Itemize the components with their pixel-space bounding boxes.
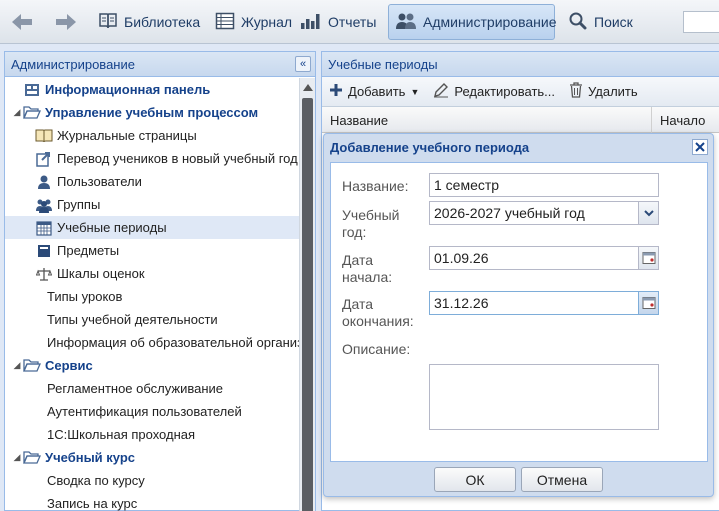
- journal-button[interactable]: Журнал: [209, 4, 298, 40]
- delete-button[interactable]: Удалить: [562, 80, 645, 104]
- tree-scrollbar[interactable]: [299, 78, 315, 511]
- book-icon: [35, 243, 53, 259]
- edit-button[interactable]: Редактировать...: [426, 80, 562, 104]
- column-header-name[interactable]: Название: [322, 107, 652, 133]
- scales-icon: [35, 266, 53, 282]
- scroll-up-arrow-icon[interactable]: [303, 84, 313, 91]
- expand-arrow-icon[interactable]: ◢: [11, 360, 23, 371]
- grid-header: Название Начало: [322, 107, 719, 133]
- tree-item-organization-info[interactable]: Информация об образовательной организаци…: [5, 331, 301, 354]
- folder-open-icon: [23, 358, 41, 374]
- tree-item-study-course[interactable]: ◢ Учебный курс: [5, 446, 301, 469]
- forward-arrow-icon[interactable]: [54, 12, 78, 32]
- end-date-label-line2: окончания:: [342, 313, 414, 329]
- tree-item-groups[interactable]: Группы: [5, 193, 301, 216]
- tree-item-course-summary[interactable]: Сводка по курсу: [5, 469, 301, 492]
- admin-navigation-panel: Администрирование « Информационная панел…: [4, 51, 316, 511]
- delete-label: Удалить: [588, 84, 638, 99]
- search-button[interactable]: Поиск: [562, 4, 639, 40]
- tree-item-service[interactable]: ◢ Сервис: [5, 354, 301, 377]
- chevron-down-icon[interactable]: [639, 201, 659, 225]
- user-icon: [35, 174, 53, 190]
- folder-open-icon: [23, 450, 41, 466]
- library-button[interactable]: Библиотека: [92, 4, 206, 40]
- add-label: Добавить: [348, 84, 406, 99]
- expand-arrow-icon[interactable]: ◢: [11, 107, 23, 118]
- scroll-thumb[interactable]: [302, 98, 313, 511]
- chevron-down-icon: ▼: [410, 86, 420, 97]
- search-input[interactable]: [683, 11, 719, 33]
- plus-icon: [329, 83, 343, 100]
- group-icon: [35, 197, 53, 213]
- ok-button[interactable]: ОК: [434, 467, 516, 492]
- journal-icon: [35, 128, 53, 144]
- year-label-line2: год:: [342, 224, 367, 240]
- dialog-title-bar: Добавление учебного периода: [324, 134, 713, 160]
- close-icon[interactable]: [692, 139, 708, 155]
- dialog-form: Название: 1 семестр Учебный год: 2026-20…: [330, 162, 708, 462]
- grid-toolbar: Добавить ▼ Редактировать... Удалить: [322, 77, 719, 107]
- name-label: Название:: [342, 178, 409, 194]
- panel-header: Администрирование «: [5, 52, 315, 77]
- cancel-button[interactable]: Отмена: [521, 467, 603, 492]
- panel-title: Учебные периоды: [328, 56, 438, 72]
- tree-item-process-management[interactable]: ◢ Управление учебным процессом: [5, 101, 301, 124]
- collapse-icon[interactable]: «: [295, 56, 311, 72]
- start-date-label-line1: Дата: [342, 252, 374, 268]
- add-button[interactable]: Добавить ▼: [322, 80, 426, 104]
- add-study-period-dialog: Добавление учебного периода Название: 1 …: [323, 133, 714, 497]
- transfer-icon: [35, 151, 53, 167]
- tree-item-grade-scales[interactable]: Шкалы оценок: [5, 262, 301, 285]
- tree-item-dashboard[interactable]: Информационная панель: [5, 78, 301, 101]
- table-icon: [215, 12, 235, 33]
- dashboard-icon: [23, 82, 41, 98]
- reports-label: Отчеты: [328, 14, 377, 30]
- dialog-title: Добавление учебного периода: [330, 139, 530, 155]
- main-toolbar: Библиотека Журнал Отчеты Администрирован…: [0, 0, 719, 44]
- tree-item-lesson-types[interactable]: Типы уроков: [5, 285, 301, 308]
- administration-label: Администрирование: [423, 14, 557, 30]
- calendar-icon: [35, 220, 53, 236]
- calendar-picker-icon[interactable]: [639, 291, 659, 315]
- back-arrow-icon[interactable]: [10, 12, 34, 32]
- description-textarea[interactable]: [429, 364, 659, 430]
- search-icon: [568, 12, 588, 33]
- tree-item-maintenance[interactable]: Регламентное обслуживание: [5, 377, 301, 400]
- panel-title: Администрирование: [11, 56, 135, 72]
- tree-item-journal-pages[interactable]: Журнальные страницы: [5, 124, 301, 147]
- year-label-line1: Учебный: [342, 207, 400, 223]
- pencil-icon: [433, 82, 449, 101]
- name-field[interactable]: 1 семестр: [429, 173, 659, 197]
- start-date-label-line2: начала:: [342, 269, 393, 285]
- edit-label: Редактировать...: [454, 84, 556, 99]
- bar-chart-icon: [300, 12, 322, 33]
- tree-item-course-enrollment[interactable]: Запись на курс: [5, 492, 301, 511]
- book-icon: [98, 12, 118, 33]
- search-label: Поиск: [594, 14, 633, 30]
- tree-item-activity-types[interactable]: Типы учебной деятельности: [5, 308, 301, 331]
- expand-arrow-icon[interactable]: ◢: [11, 452, 23, 463]
- start-date-field[interactable]: 01.09.26: [429, 246, 639, 270]
- tree-item-study-periods[interactable]: Учебные периоды: [5, 216, 301, 239]
- navigation-tree: Информационная панель ◢ Управление учебн…: [5, 78, 301, 511]
- tree-item-subjects[interactable]: Предметы: [5, 239, 301, 262]
- panel-header: Учебные периоды: [322, 52, 719, 77]
- tree-item-users[interactable]: Пользователи: [5, 170, 301, 193]
- description-label: Описание:: [342, 341, 411, 357]
- column-header-start[interactable]: Начало: [652, 107, 719, 133]
- library-label: Библиотека: [124, 14, 201, 30]
- trash-icon: [569, 82, 583, 101]
- end-date-field[interactable]: 31.12.26: [429, 291, 639, 315]
- tree-item-school-entrance[interactable]: 1С:Школьная проходная: [5, 423, 301, 446]
- users-icon: [395, 12, 417, 33]
- academic-year-select[interactable]: 2026-2027 учебный год: [429, 201, 639, 225]
- administration-button[interactable]: Администрирование: [388, 4, 557, 40]
- reports-button[interactable]: Отчеты: [294, 4, 382, 40]
- tree-item-authentication[interactable]: Аутентификация пользователей: [5, 400, 301, 423]
- end-date-label-line1: Дата: [342, 296, 374, 312]
- tree-item-student-transfer[interactable]: Перевод учеников в новый учебный год: [5, 147, 301, 170]
- calendar-picker-icon[interactable]: [639, 246, 659, 270]
- journal-label: Журнал: [241, 14, 293, 30]
- folder-open-icon: [23, 105, 41, 121]
